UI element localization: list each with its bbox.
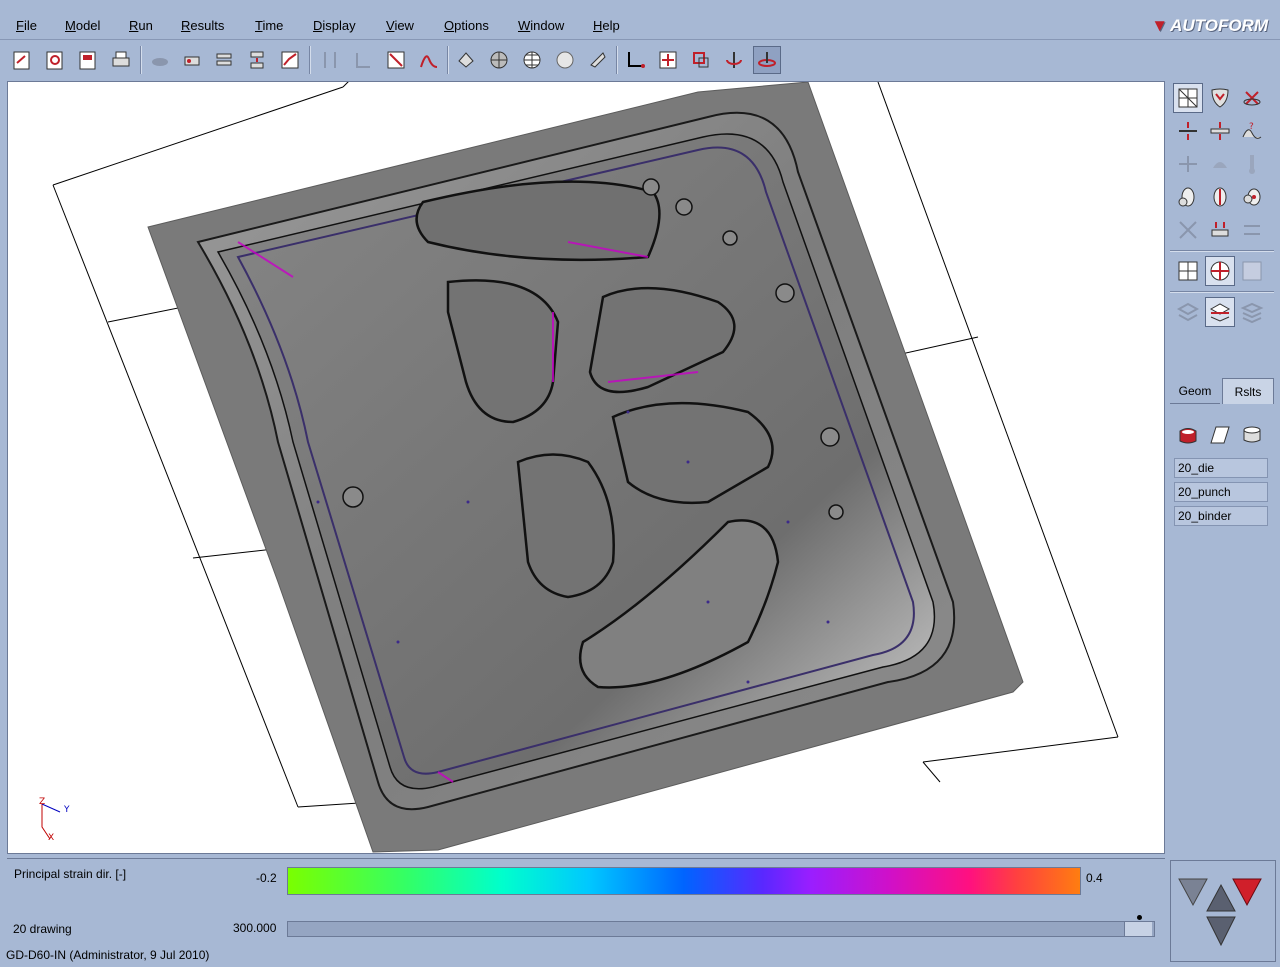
strain-ellipse-icon[interactable]: [1173, 182, 1203, 212]
nav-back-icon[interactable]: [1178, 878, 1208, 907]
measure-disabled-icon[interactable]: [316, 46, 344, 74]
flow-disabled-icon[interactable]: [1173, 215, 1203, 245]
axis-y-label: Y: [63, 805, 70, 815]
3d-viewport[interactable]: Z Y X: [7, 81, 1165, 854]
menu-view[interactable]: View: [386, 18, 414, 33]
mesh-view-icon[interactable]: [1173, 83, 1203, 113]
thermometer-icon[interactable]: [1237, 149, 1267, 179]
main-toolbar: [0, 42, 1280, 78]
rotate-icon[interactable]: [720, 46, 748, 74]
contour-disabled-icon[interactable]: [1237, 256, 1267, 286]
minor-strain-icon[interactable]: [1237, 182, 1267, 212]
major-strain-icon[interactable]: [1205, 182, 1235, 212]
mesh-display-icon[interactable]: [1173, 256, 1203, 286]
object-item-die[interactable]: 20_die: [1174, 458, 1268, 478]
section-disabled-icon[interactable]: [349, 46, 377, 74]
result-panel: Principal strain dir. [-] -0.2 0.4 20 dr…: [7, 858, 1165, 942]
nav-forward-icon[interactable]: [1232, 878, 1262, 907]
curve-icon[interactable]: [415, 46, 443, 74]
layers-stack-icon[interactable]: [1237, 297, 1267, 327]
object-item-binder[interactable]: 20_binder: [1174, 506, 1268, 526]
draw-in-disabled-icon[interactable]: [1237, 215, 1267, 245]
section-cut-icon[interactable]: [382, 46, 410, 74]
part-render: Z Y X: [39, 82, 1119, 853]
toolbar-separator: [309, 46, 311, 74]
spring-disabled-icon[interactable]: [1173, 149, 1203, 179]
window-top-strip: [0, 0, 1280, 12]
menu-bar: File Model Run Results Time Display View…: [0, 12, 1280, 40]
menu-time[interactable]: Time: [255, 18, 283, 33]
axis-triad: Z Y X: [39, 797, 70, 843]
tool-press-icon[interactable]: [243, 46, 271, 74]
mesh-sphere-icon[interactable]: [485, 46, 513, 74]
scale-min-label: -0.2: [256, 871, 277, 885]
fit-view-icon[interactable]: [654, 46, 682, 74]
open-file-icon[interactable]: [8, 46, 36, 74]
object-item-punch[interactable]: 20_punch: [1174, 482, 1268, 502]
menu-window[interactable]: Window: [518, 18, 564, 33]
tool-setup-icon[interactable]: [178, 46, 206, 74]
menu-run[interactable]: Run: [129, 18, 153, 33]
nav-triangles: [1178, 878, 1262, 947]
shield-draw-icon[interactable]: [1205, 83, 1235, 113]
axis-x-label: X: [48, 833, 54, 843]
toolbar-separator: [616, 46, 618, 74]
tool-disabled-side-icon[interactable]: [1205, 149, 1235, 179]
menu-results[interactable]: Results: [181, 18, 224, 33]
side-separator: [1170, 291, 1274, 293]
principal-strain-icon[interactable]: [1205, 256, 1235, 286]
shading-icon[interactable]: [452, 46, 480, 74]
menu-file[interactable]: File: [16, 18, 37, 33]
tab-rslts[interactable]: Rslts: [1222, 378, 1274, 404]
press-force-icon[interactable]: [1205, 215, 1235, 245]
axes-icon[interactable]: [621, 46, 649, 74]
svg-text:?: ?: [1249, 122, 1254, 132]
navigation-panel: [1170, 860, 1276, 962]
toolbar-separator: [447, 46, 449, 74]
wire-sphere-icon[interactable]: [518, 46, 546, 74]
side-panel: ? Geom Rslts 20_die 20_punch 20_binder: [1168, 78, 1280, 858]
split-check-icon[interactable]: [1237, 83, 1267, 113]
tool-stack-icon[interactable]: [210, 46, 238, 74]
nav-down-icon[interactable]: [1206, 916, 1236, 947]
menu-display[interactable]: Display: [313, 18, 356, 33]
print-icon[interactable]: [107, 46, 135, 74]
menu-options[interactable]: Options: [444, 18, 489, 33]
scale-max-label: 0.4: [1086, 871, 1103, 885]
color-scale-bar: [287, 867, 1081, 895]
time-slider-thumb[interactable]: [1124, 922, 1152, 936]
stage-label: 20 drawing: [13, 922, 72, 936]
punch-tool-icon[interactable]: [1237, 420, 1267, 450]
autoform-logo: ▼ AUTOFORM: [1151, 16, 1268, 35]
menu-help[interactable]: Help: [593, 18, 620, 33]
nav-up-icon[interactable]: [1206, 883, 1236, 912]
menu-model[interactable]: Model: [65, 18, 100, 33]
axis-z-label: Z: [39, 797, 45, 807]
save-file-icon[interactable]: [74, 46, 102, 74]
result-variable-label: Principal strain dir. [-]: [14, 867, 127, 881]
graph-icon[interactable]: [276, 46, 304, 74]
side-separator: [1170, 250, 1274, 252]
slider-marker: [1137, 915, 1142, 920]
layers-active-icon[interactable]: [1205, 297, 1235, 327]
toolbar-separator: [140, 46, 142, 74]
tab-geom[interactable]: Geom: [1170, 378, 1220, 404]
thinning-icon[interactable]: [1205, 116, 1235, 146]
shaded-sphere-icon[interactable]: [551, 46, 579, 74]
wrinkle-icon[interactable]: ?: [1237, 116, 1267, 146]
status-bar: GD-D60-IN (Administrator, 9 Jul 2010): [0, 944, 1168, 967]
sheet-surface-icon[interactable]: [1205, 420, 1235, 450]
time-slider[interactable]: [287, 921, 1155, 937]
thickness-icon[interactable]: [1173, 116, 1203, 146]
die-tool-icon[interactable]: [1173, 420, 1203, 450]
layers-disabled-icon[interactable]: [1173, 297, 1203, 327]
stage-value: 300.000: [233, 921, 277, 935]
zoom-window-icon[interactable]: [687, 46, 715, 74]
import-icon[interactable]: [41, 46, 69, 74]
pan-icon[interactable]: [753, 46, 781, 74]
tool-disabled-icon[interactable]: [146, 46, 174, 74]
edges-icon[interactable]: [584, 46, 612, 74]
